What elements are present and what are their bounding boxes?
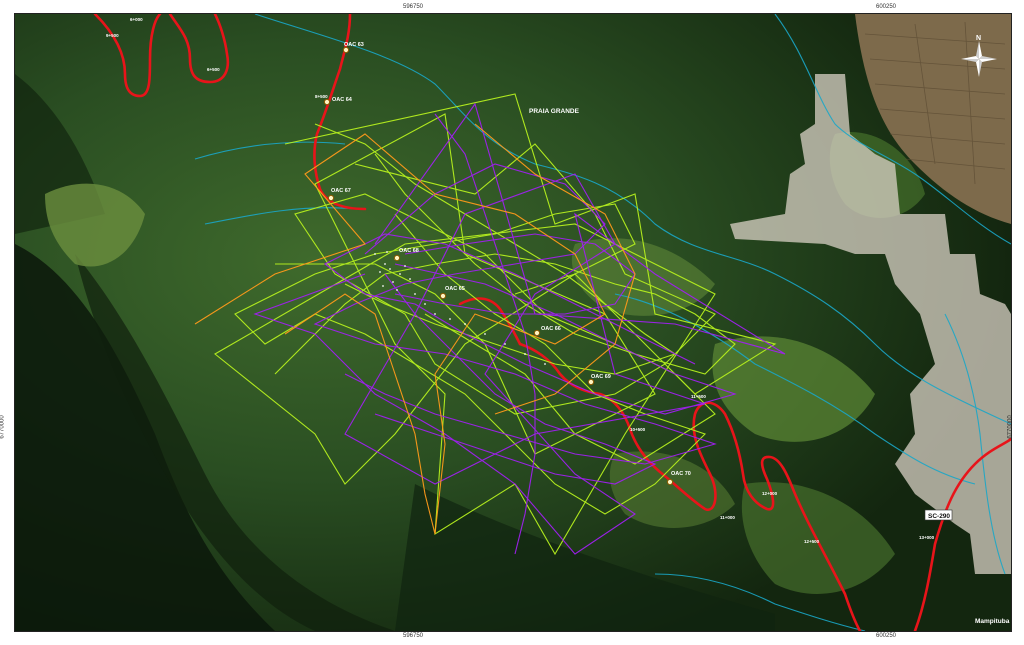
station-marker[interactable] <box>666 478 674 486</box>
coord-top-left: 596750 <box>403 4 424 10</box>
km-label: 6+000 <box>130 17 143 22</box>
road-badge-label: SC-290 <box>928 513 950 520</box>
coord-left: 6770000 <box>0 415 6 439</box>
station-marker[interactable] <box>342 46 350 54</box>
station-marker[interactable] <box>439 292 447 300</box>
station-label: OAC 70 <box>671 471 691 477</box>
km-label: 6+500 <box>207 67 220 72</box>
km-label: 11+500 <box>691 394 706 399</box>
station-marker[interactable] <box>533 329 541 337</box>
station-label: OAC 63 <box>344 42 364 48</box>
station-marker[interactable] <box>587 378 595 386</box>
place-label-mampituba: Mampituba <box>975 618 1010 625</box>
km-label: 10+500 <box>630 427 646 432</box>
km-label: 12+500 <box>804 539 820 544</box>
satellite-map[interactable]: OAC 63 OAC 64 OAC 67 OAC 68 OAC 65 OAC 6… <box>15 14 1011 631</box>
station-marker[interactable] <box>323 98 331 106</box>
km-label: 13+000 <box>919 535 935 540</box>
place-label-praia-grande: PRAIA GRANDE <box>529 108 580 115</box>
station-label: OAC 65 <box>445 286 465 292</box>
station-marker[interactable] <box>393 254 401 262</box>
km-label: 9+500 <box>106 33 119 38</box>
coord-right: 6770000 <box>1007 415 1014 439</box>
map-frame[interactable]: OAC 63 OAC 64 OAC 67 OAC 68 OAC 65 OAC 6… <box>14 13 1012 632</box>
station-marker[interactable] <box>327 194 335 202</box>
station-label: OAC 69 <box>591 374 611 380</box>
km-label: 8+500 <box>315 94 328 99</box>
coord-top-right: 600250 <box>876 4 897 10</box>
north-label: N <box>976 35 981 42</box>
road-badge: SC-290 <box>924 509 953 521</box>
km-label: 11+000 <box>720 515 735 520</box>
station-label: OAC 66 <box>541 326 561 332</box>
coord-bottom-right: 600250 <box>876 633 897 639</box>
km-label: 12+000 <box>762 491 778 496</box>
coord-bottom-left: 596750 <box>403 633 424 639</box>
station-label: OAC 68 <box>399 248 419 254</box>
station-label: OAC 67 <box>331 188 351 194</box>
station-label: OAC 64 <box>332 97 353 103</box>
